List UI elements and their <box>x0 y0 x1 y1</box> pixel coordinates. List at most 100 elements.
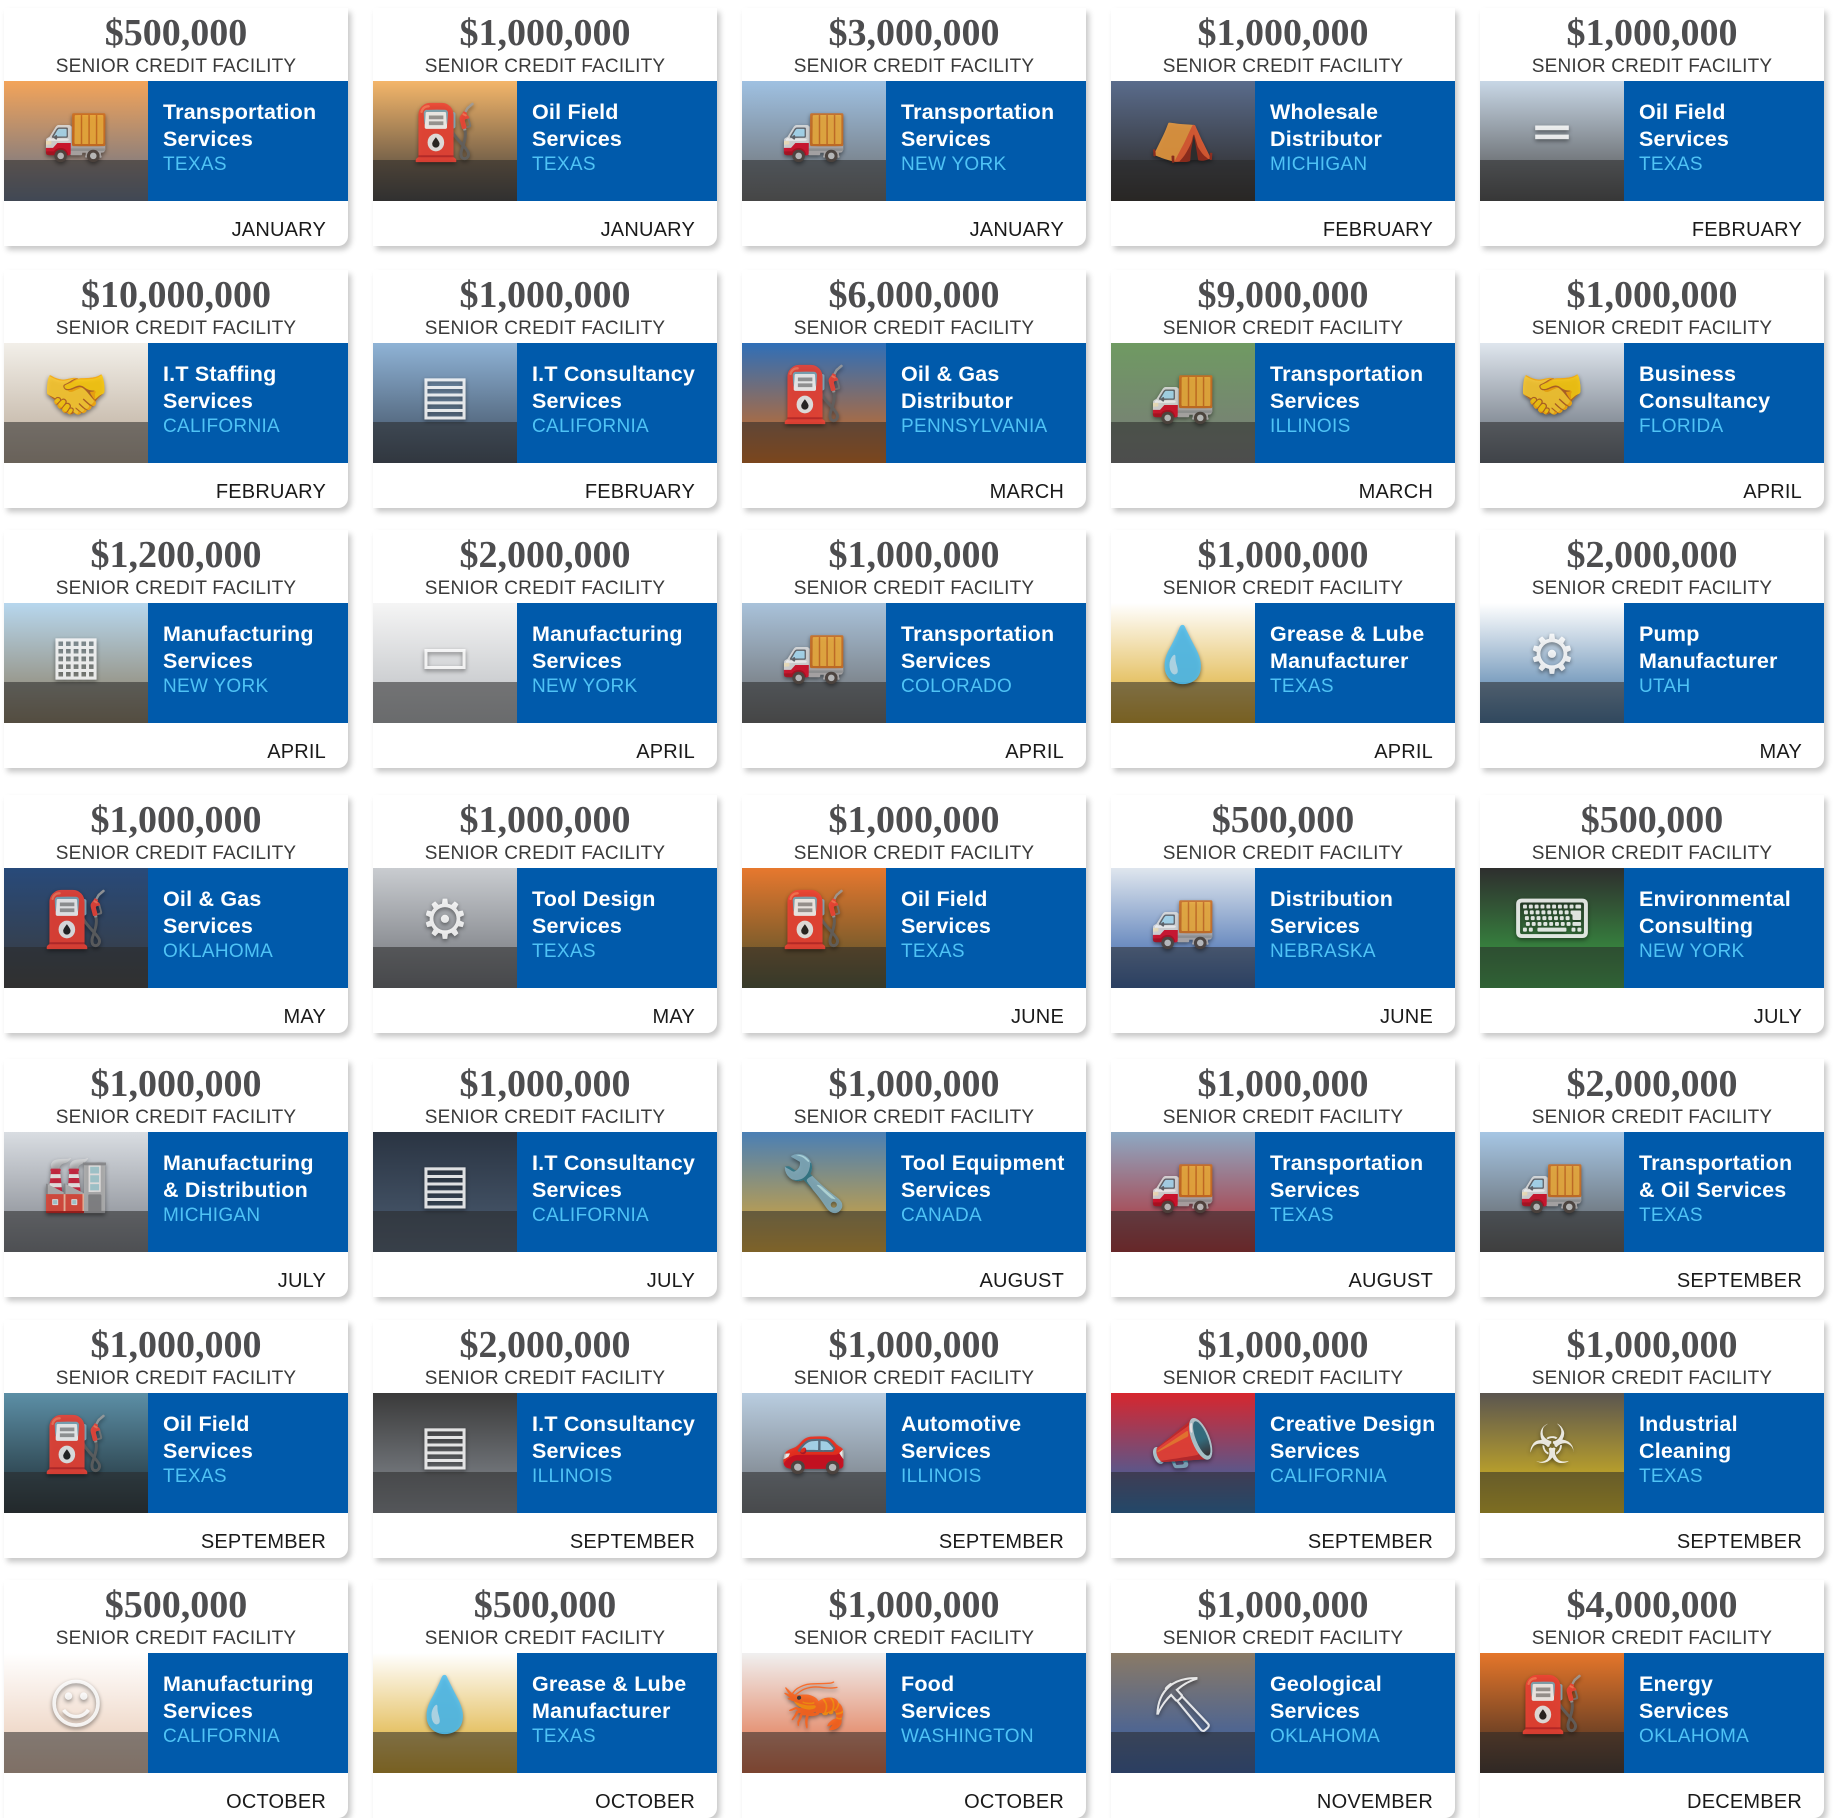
industry-label: Transportation Services <box>901 622 1055 673</box>
oil-pump-icon: ⛽ <box>1518 1673 1586 1736</box>
gear-icon: ⚙ <box>420 888 470 951</box>
deal-photo: 💧 <box>1111 603 1255 723</box>
deal-info: Automotive Services ILLINOIS <box>886 1393 1086 1513</box>
deal-photo: 🚗 <box>742 1393 886 1513</box>
deal-photo: 🚚 <box>4 81 148 201</box>
month-label: JANUARY <box>969 219 1064 241</box>
facility-label: SENIOR CREDIT FACILITY <box>55 1368 297 1389</box>
month-label: NOVEMBER <box>1316 1791 1433 1813</box>
deal-photo: 🚚 <box>742 81 886 201</box>
deal-card-23[interactable]: $1,000,000 SENIOR CREDIT FACILITY 🔧 Tool… <box>742 1059 1086 1297</box>
deal-card-16[interactable]: $1,000,000 SENIOR CREDIT FACILITY ⛽ Oil … <box>4 795 348 1033</box>
deal-card-34[interactable]: $1,000,000 SENIOR CREDIT FACILITY ⛏ Geol… <box>1111 1580 1455 1818</box>
truck-icon: 🚚 <box>1149 363 1217 426</box>
deal-card-29[interactable]: $1,000,000 SENIOR CREDIT FACILITY 📣 Crea… <box>1111 1320 1455 1558</box>
deal-info: Geological Services OKLAHOMA <box>1255 1653 1455 1773</box>
facility-label: SENIOR CREDIT FACILITY <box>424 1107 666 1128</box>
deal-info: Transportation Services TEXAS <box>148 81 348 201</box>
deal-card-8[interactable]: $6,000,000 SENIOR CREDIT FACILITY ⛽ Oil … <box>742 270 1086 508</box>
deal-card-22[interactable]: $1,000,000 SENIOR CREDIT FACILITY ▤ I.T … <box>373 1059 717 1297</box>
deal-info: Oil & Gas Distributor PENNSYLVANIA <box>886 343 1086 463</box>
deal-card-4[interactable]: $1,000,000 SENIOR CREDIT FACILITY ⛺ Whol… <box>1111 8 1455 246</box>
month-label: SEPTEMBER <box>938 1531 1064 1553</box>
deal-band: 💧 Grease & Lube Manufacturer TEXAS <box>373 1653 717 1773</box>
deal-amount: $2,000,000 <box>459 1324 631 1366</box>
deal-amount: $1,000,000 <box>1197 1584 1369 1626</box>
deal-card-10[interactable]: $1,000,000 SENIOR CREDIT FACILITY 🤝 Busi… <box>1480 270 1824 508</box>
deal-card-2[interactable]: $1,000,000 SENIOR CREDIT FACILITY ⛽ Oil … <box>373 8 717 246</box>
facility-label: SENIOR CREDIT FACILITY <box>424 56 666 77</box>
facility-label: SENIOR CREDIT FACILITY <box>1531 843 1773 864</box>
facility-label: SENIOR CREDIT FACILITY <box>1162 843 1404 864</box>
industry-label: I.T Staffing Services <box>163 362 277 413</box>
deal-card-32[interactable]: $500,000 SENIOR CREDIT FACILITY 💧 Grease… <box>373 1580 717 1818</box>
state-label: CALIFORNIA <box>1270 1466 1388 1487</box>
deal-band: ▭ Manufacturing Services NEW YORK <box>373 603 717 723</box>
deal-card-35[interactable]: $4,000,000 SENIOR CREDIT FACILITY ⛽ Ener… <box>1480 1580 1824 1818</box>
state-label: TEXAS <box>1639 154 1703 175</box>
month-label: JANUARY <box>231 219 326 241</box>
deal-card-25[interactable]: $2,000,000 SENIOR CREDIT FACILITY 🚚 Tran… <box>1480 1059 1824 1297</box>
industry-label: Tool Equipment Services <box>901 1151 1065 1202</box>
server-icon: ▤ <box>419 1152 471 1215</box>
deal-info: Distribution Services NEBRASKA <box>1255 868 1455 988</box>
industry-label: I.T Consultancy Services <box>532 1412 696 1463</box>
state-label: MICHIGAN <box>1270 154 1368 175</box>
truck-icon: 🚚 <box>1149 888 1217 951</box>
deal-card-27[interactable]: $2,000,000 SENIOR CREDIT FACILITY ▤ I.T … <box>373 1320 717 1558</box>
deal-band: ⛽ Oil Field Services TEXAS <box>4 1393 348 1513</box>
deal-amount: $1,000,000 <box>828 799 1000 841</box>
deal-info: Food Services WASHINGTON <box>886 1653 1086 1773</box>
deal-card-7[interactable]: $1,000,000 SENIOR CREDIT FACILITY ▤ I.T … <box>373 270 717 508</box>
state-label: CALIFORNIA <box>532 1205 650 1226</box>
deal-card-13[interactable]: $1,000,000 SENIOR CREDIT FACILITY 🚚 Tran… <box>742 530 1086 768</box>
deal-card-28[interactable]: $1,000,000 SENIOR CREDIT FACILITY 🚗 Auto… <box>742 1320 1086 1558</box>
deal-card-21[interactable]: $1,000,000 SENIOR CREDIT FACILITY 🏭 Manu… <box>4 1059 348 1297</box>
month-label: DECEMBER <box>1687 1791 1802 1813</box>
deal-card-6[interactable]: $10,000,000 SENIOR CREDIT FACILITY 🤝 I.T… <box>4 270 348 508</box>
deal-photo: ☣ <box>1480 1393 1624 1513</box>
pipeline-icon: ═ <box>1535 101 1569 164</box>
deal-card-15[interactable]: $2,000,000 SENIOR CREDIT FACILITY ⚙ Pump… <box>1480 530 1824 768</box>
deal-card-14[interactable]: $1,000,000 SENIOR CREDIT FACILITY 💧 Grea… <box>1111 530 1455 768</box>
deal-band: 🤝 Business Consultancy FLORIDA <box>1480 343 1824 463</box>
industry-label: Industrial Cleaning <box>1639 1412 1738 1463</box>
deal-amount: $500,000 <box>473 1584 617 1626</box>
state-label: TEXAS <box>532 154 596 175</box>
month-label: SEPTEMBER <box>1676 1270 1802 1292</box>
deal-card-31[interactable]: $500,000 SENIOR CREDIT FACILITY ☺ Manufa… <box>4 1580 348 1818</box>
state-label: NEW YORK <box>163 676 269 697</box>
deal-card-30[interactable]: $1,000,000 SENIOR CREDIT FACILITY ☣ Indu… <box>1480 1320 1824 1558</box>
deal-card-17[interactable]: $1,000,000 SENIOR CREDIT FACILITY ⚙ Tool… <box>373 795 717 1033</box>
deal-card-18[interactable]: $1,000,000 SENIOR CREDIT FACILITY ⛽ Oil … <box>742 795 1086 1033</box>
deal-band: ☺ Manufacturing Services CALIFORNIA <box>4 1653 348 1773</box>
deal-card-5[interactable]: $1,000,000 SENIOR CREDIT FACILITY ═ Oil … <box>1480 8 1824 246</box>
deal-card-26[interactable]: $1,000,000 SENIOR CREDIT FACILITY ⛽ Oil … <box>4 1320 348 1558</box>
deal-card-1[interactable]: $500,000 SENIOR CREDIT FACILITY 🚚 Transp… <box>4 8 348 246</box>
deal-card-11[interactable]: $1,200,000 SENIOR CREDIT FACILITY ▦ Manu… <box>4 530 348 768</box>
deal-amount: $1,000,000 <box>828 1324 1000 1366</box>
deal-band: ⛽ Oil & Gas Services OKLAHOMA <box>4 868 348 988</box>
deal-band: ▤ I.T Consultancy Services CALIFORNIA <box>373 343 717 463</box>
deal-amount: $1,000,000 <box>459 1063 631 1105</box>
keyboard-icon: ⌨ <box>1513 888 1591 951</box>
facility-label: SENIOR CREDIT FACILITY <box>55 1628 297 1649</box>
industry-label: Energy Services <box>1639 1672 1730 1723</box>
deal-card-33[interactable]: $1,000,000 SENIOR CREDIT FACILITY 🦐 Food… <box>742 1580 1086 1818</box>
deal-photo: 🤝 <box>4 343 148 463</box>
deal-card-3[interactable]: $3,000,000 SENIOR CREDIT FACILITY 🚚 Tran… <box>742 8 1086 246</box>
deal-card-9[interactable]: $9,000,000 SENIOR CREDIT FACILITY 🚚 Tran… <box>1111 270 1455 508</box>
deal-card-12[interactable]: $2,000,000 SENIOR CREDIT FACILITY ▭ Manu… <box>373 530 717 768</box>
facility-label: SENIOR CREDIT FACILITY <box>55 56 297 77</box>
deal-photo: ⛺ <box>1111 81 1255 201</box>
megaphone-icon: 📣 <box>1149 1413 1217 1476</box>
deal-card-20[interactable]: $500,000 SENIOR CREDIT FACILITY ⌨ Enviro… <box>1480 795 1824 1033</box>
month-label: APRIL <box>1005 741 1064 763</box>
deal-band: 🚚 Transportation Services TEXAS <box>1111 1132 1455 1252</box>
facility-label: SENIOR CREDIT FACILITY <box>1162 1368 1404 1389</box>
deal-band: 💧 Grease & Lube Manufacturer TEXAS <box>1111 603 1455 723</box>
deal-card-19[interactable]: $500,000 SENIOR CREDIT FACILITY 🚚 Distri… <box>1111 795 1455 1033</box>
truck-icon: 🚚 <box>780 101 848 164</box>
industry-label: Oil & Gas Services <box>163 887 262 938</box>
deal-card-24[interactable]: $1,000,000 SENIOR CREDIT FACILITY 🚚 Tran… <box>1111 1059 1455 1297</box>
